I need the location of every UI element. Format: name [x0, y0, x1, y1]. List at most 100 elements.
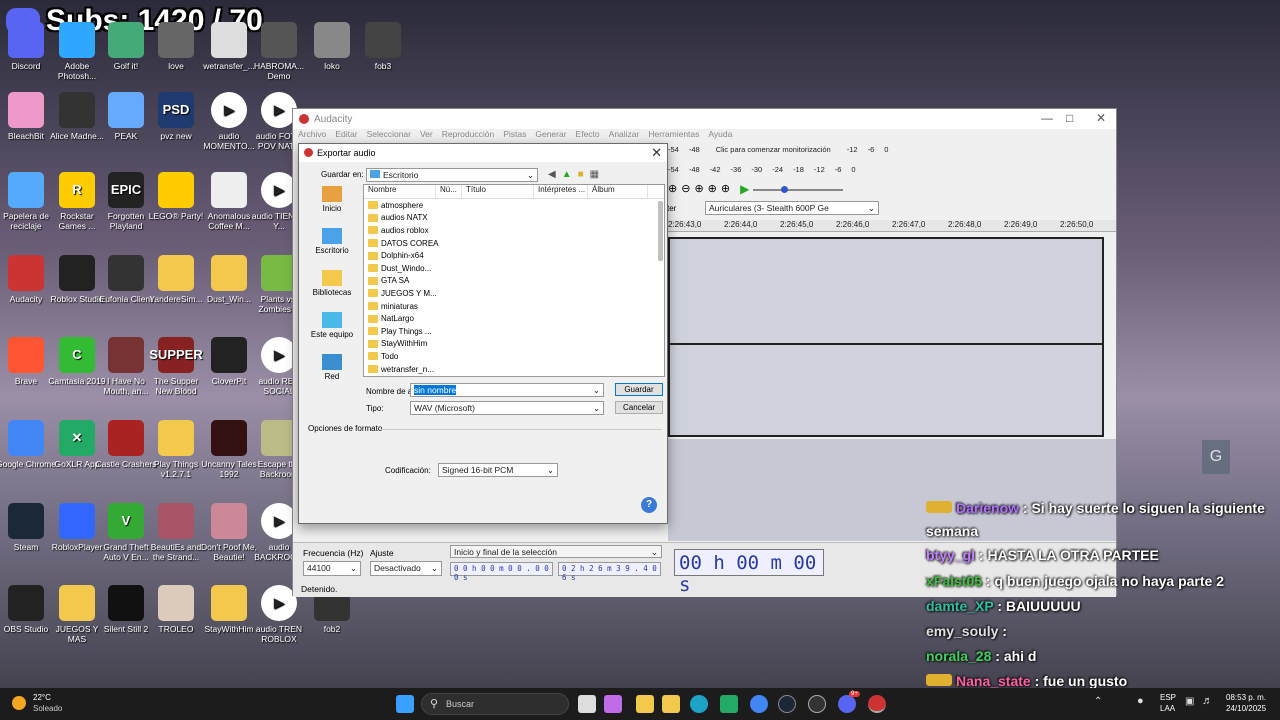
edge-icon[interactable] — [690, 695, 708, 713]
menu-item[interactable]: Ver — [420, 129, 433, 143]
dialog-title: Exportar audio — [317, 148, 376, 158]
zoom-toggle-icon[interactable]: ⊕ — [721, 182, 730, 196]
menu-item[interactable]: Ayuda — [708, 129, 732, 143]
cancel-button[interactable]: Cancelar — [615, 401, 663, 414]
view-menu-icon[interactable]: ▦ — [590, 169, 599, 180]
zoom-sel-icon[interactable]: ⊕ — [694, 182, 703, 196]
maximize-icon[interactable]: □ — [1066, 111, 1073, 125]
column-header[interactable]: Intérpretes ... — [534, 185, 588, 198]
column-header[interactable]: Nú... — [436, 185, 462, 198]
menu-item[interactable]: Archivo — [298, 129, 326, 143]
obs-icon[interactable] — [808, 695, 826, 713]
record-meter[interactable]: -54 -48 Clic para comenzar monitorización… — [668, 145, 918, 157]
column-header[interactable]: Nombre — [364, 185, 436, 198]
tray-chevron-icon[interactable]: ⌃ — [1094, 696, 1102, 707]
task-view-icon[interactable] — [578, 695, 596, 713]
menu-item[interactable]: Generar — [535, 129, 566, 143]
app-icon — [158, 420, 194, 456]
selection-end[interactable]: 0 2 h 2 6 m 3 9 . 4 0 6 s — [558, 562, 661, 582]
folder-icon[interactable] — [662, 695, 680, 713]
volume-icon[interactable]: ♬ — [1202, 695, 1213, 707]
place-item[interactable]: Este equipo — [306, 312, 358, 352]
new-folder-icon[interactable]: ■ — [578, 169, 584, 180]
steam-icon[interactable] — [778, 695, 796, 713]
file-explorer-icon[interactable] — [636, 695, 654, 713]
file-row[interactable]: Dust_Windo... — [364, 262, 664, 275]
menu-item[interactable]: Seleccionar — [367, 129, 411, 143]
file-row[interactable]: wetransfer_n... — [364, 363, 664, 376]
search-box[interactable]: ⚲ Buscar — [421, 693, 569, 715]
save-button[interactable]: Guardar — [615, 383, 663, 396]
chrome-icon[interactable] — [750, 695, 768, 713]
selection-mode-select[interactable]: Inicio y final de la selección ⌄ — [450, 545, 662, 558]
place-item[interactable]: Bibliotecas — [306, 270, 358, 310]
app-icon — [8, 585, 44, 621]
rate-select[interactable]: 44100 ⌄ — [303, 561, 361, 576]
filename-input[interactable]: sin nombre ⌄ — [410, 383, 604, 397]
snap-select[interactable]: Desactivado ⌄ — [370, 561, 442, 576]
audio-track-2[interactable] — [668, 343, 1104, 437]
selection-start[interactable]: 0 0 h 0 0 m 0 0 . 0 0 0 s — [450, 562, 553, 582]
audio-track-1[interactable] — [668, 237, 1104, 345]
lang-indicator[interactable]: ESP — [1160, 693, 1176, 702]
playback-device-select[interactable]: Auriculares (3- Stealth 600P Ge ⌄ — [705, 201, 879, 215]
zoom-fit-icon[interactable]: ⊕ — [708, 182, 717, 196]
help-icon[interactable]: ? — [641, 497, 657, 513]
file-row[interactable]: atmosphere — [364, 199, 664, 212]
column-header[interactable]: Álbum — [588, 185, 648, 198]
copilot-icon[interactable] — [604, 695, 622, 713]
file-row[interactable]: Dolphin-x64 — [364, 249, 664, 262]
app-icon — [8, 337, 44, 373]
file-row[interactable]: miniaturas — [364, 300, 664, 313]
close-icon[interactable]: ✕ — [651, 145, 662, 161]
network-icon[interactable]: ▣ — [1185, 696, 1194, 707]
place-icon — [322, 186, 342, 202]
column-header[interactable]: Título — [462, 185, 534, 198]
menu-item[interactable]: Pistas — [503, 129, 526, 143]
file-row[interactable]: audios NATX — [364, 212, 664, 225]
weather-temp[interactable]: 22°C — [33, 693, 51, 702]
file-row[interactable]: Play Things ... — [364, 325, 664, 338]
file-row[interactable]: NatLargo — [364, 312, 664, 325]
menu-item[interactable]: Efecto — [576, 129, 600, 143]
place-item[interactable]: Red — [306, 354, 358, 394]
timeline-ruler[interactable]: 2:26:43,0 2:26:44,0 2:26:45,0 2:26:46,0 2:26… — [668, 220, 1116, 232]
close-icon[interactable]: ✕ — [1096, 111, 1106, 125]
file-list[interactable]: Nombre Nú... Título Intérpretes ... Álbum at… — [363, 184, 665, 377]
desktop-icon[interactable]: fob3 — [352, 22, 414, 71]
play-at-speed-icon[interactable]: ▶ — [740, 182, 749, 196]
file-row[interactable]: audios roblox — [364, 224, 664, 237]
time-display[interactable]: 00 h 00 m 00 s — [674, 549, 824, 596]
weather-icon[interactable] — [12, 696, 26, 710]
menu-item[interactable]: Herramientas — [648, 129, 699, 143]
speed-slider[interactable] — [753, 186, 844, 193]
type-select[interactable]: WAV (Microsoft) ⌄ — [410, 401, 604, 415]
goxlr-icon[interactable] — [720, 695, 738, 713]
up-folder-icon[interactable]: ▲ — [562, 169, 572, 180]
start-icon[interactable] — [396, 695, 414, 713]
menu-item[interactable]: Editar — [335, 129, 357, 143]
minimize-icon[interactable]: — — [1041, 111, 1053, 125]
audacity-icon[interactable] — [868, 695, 886, 713]
back-icon[interactable]: ◀ — [548, 169, 556, 180]
clock-time[interactable]: 08:53 p. m. — [1226, 693, 1266, 702]
menu-item[interactable]: Analizar — [609, 129, 640, 143]
file-row[interactable]: GTA SA — [364, 275, 664, 288]
file-row[interactable]: StayWithHim — [364, 338, 664, 351]
scrollbar[interactable] — [658, 201, 663, 261]
playback-meter[interactable]: -54 -48 -42 -36 -30 -24 -18 -12 -6 0 — [668, 165, 918, 177]
file-row[interactable]: Todo — [364, 350, 664, 363]
place-item[interactable]: Inicio — [306, 186, 358, 226]
zoom-in-icon[interactable]: ⊕ — [668, 182, 677, 196]
discord-icon[interactable] — [838, 695, 856, 713]
save-in-select[interactable]: Escritorio ⌄ — [366, 168, 538, 182]
folder-icon — [368, 201, 378, 210]
place-item[interactable]: Escritorio — [306, 228, 358, 268]
file-row[interactable]: DATOS COREA — [364, 237, 664, 250]
menu-item[interactable]: Reproducción — [442, 129, 494, 143]
encoding-select[interactable]: Signed 16-bit PCM ⌄ — [438, 463, 558, 477]
microphone-icon[interactable]: ● — [1137, 695, 1144, 707]
file-row[interactable]: JUEGOS Y M... — [364, 287, 664, 300]
badge-icon — [926, 501, 952, 513]
zoom-out-icon[interactable]: ⊖ — [681, 182, 690, 196]
